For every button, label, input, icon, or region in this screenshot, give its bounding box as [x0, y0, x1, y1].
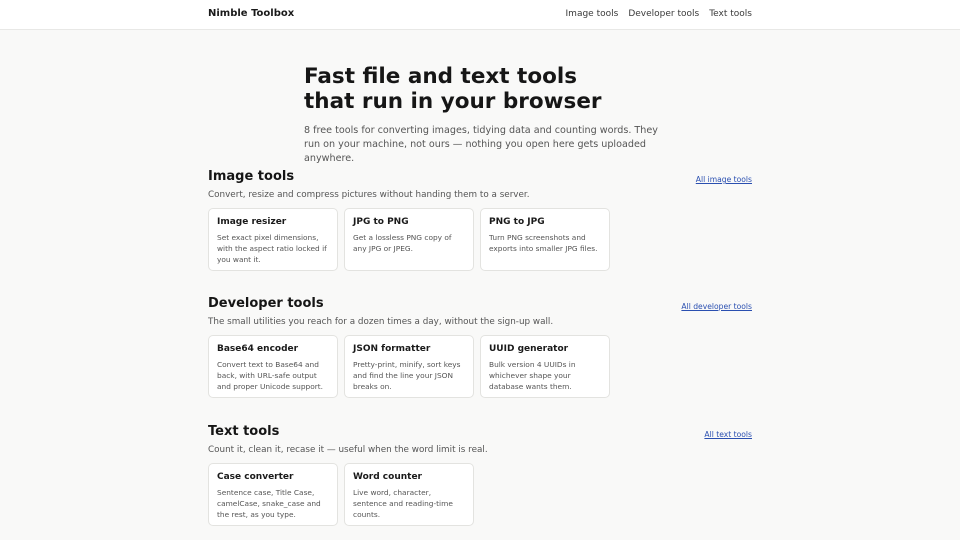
- nav-link-image-tools[interactable]: Image tools: [566, 9, 619, 19]
- card-title: Word counter: [353, 472, 422, 482]
- section-image-tools: Image tools Convert, resize and compress…: [208, 169, 752, 271]
- nav-link-text-tools[interactable]: Text tools: [709, 9, 752, 19]
- section-title: Developer tools: [208, 296, 324, 311]
- card-title: UUID generator: [489, 344, 569, 354]
- section-text-tools: Text tools Count it, clean it, recase it…: [208, 424, 752, 526]
- card-description: Set exact pixel dimensions, with the asp…: [217, 233, 327, 264]
- card-grid: Case converter Sentence case, Title Case…: [208, 463, 474, 526]
- all-text-tools-link[interactable]: All text tools: [704, 430, 752, 439]
- card-grid: Base64 encoder Convert text to Base64 an…: [208, 335, 610, 398]
- top-navbar: Nimble Toolbox Image tools Developer too…: [0, 0, 960, 30]
- all-developer-tools-link[interactable]: All developer tools: [681, 302, 752, 311]
- tool-card-image-resizer[interactable]: Image resizer Set exact pixel dimensions…: [208, 208, 338, 271]
- section-title: Text tools: [208, 424, 280, 439]
- card-title: JPG to PNG: [353, 217, 409, 227]
- section-subtitle: Count it, clean it, recase it — useful w…: [208, 445, 488, 455]
- card-description: Bulk version 4 UUIDs in whichever shape …: [489, 360, 576, 391]
- section-subtitle: Convert, resize and compress pictures wi…: [208, 190, 530, 200]
- card-description: Live word, character, sentence and readi…: [353, 488, 453, 519]
- tool-card-jpg-to-png[interactable]: JPG to PNG Get a lossless PNG copy of an…: [344, 208, 474, 271]
- tool-card-uuid-generator[interactable]: UUID generator Bulk version 4 UUIDs in w…: [480, 335, 610, 398]
- card-title: Base64 encoder: [217, 344, 299, 354]
- card-grid: Image resizer Set exact pixel dimensions…: [208, 208, 610, 271]
- hero-title-line-1: Fast file and text tools: [304, 64, 578, 89]
- hero-subtitle: 8 free tools for converting images, tidy…: [304, 125, 658, 164]
- card-description: Sentence case, Title Case, camelCase, sn…: [217, 488, 321, 519]
- card-description: Convert text to Base64 and back, with UR…: [217, 360, 324, 391]
- hero-title-line-2: that run in your browser: [304, 89, 602, 114]
- tool-card-word-counter[interactable]: Word counter Live word, character, sente…: [344, 463, 474, 526]
- tool-card-json-formatter[interactable]: JSON formatter Pretty-print, minify, sor…: [344, 335, 474, 398]
- card-title: PNG to JPG: [489, 217, 545, 227]
- hero: Fast file and text tools that run in you…: [304, 64, 664, 166]
- hero-title: Fast file and text tools that run in you…: [304, 64, 664, 114]
- section-title: Image tools: [208, 169, 295, 184]
- brand-logo-link[interactable]: Nimble Toolbox: [208, 8, 294, 19]
- card-title: Case converter: [217, 472, 294, 482]
- section-developer-tools: Developer tools The small utilities you …: [208, 296, 752, 398]
- card-title: Image resizer: [217, 217, 287, 227]
- all-image-tools-link[interactable]: All image tools: [696, 175, 752, 184]
- card-description: Get a lossless PNG copy of any JPG or JP…: [353, 233, 452, 253]
- tool-card-base64-encoder[interactable]: Base64 encoder Convert text to Base64 an…: [208, 335, 338, 398]
- card-description: Pretty-print, minify, sort keys and find…: [353, 360, 461, 391]
- main-nav: Image tools Developer tools Text tools: [566, 9, 752, 19]
- card-description: Turn PNG screenshots and exports into sm…: [489, 233, 598, 253]
- nav-link-developer-tools[interactable]: Developer tools: [628, 9, 699, 19]
- tool-card-case-converter[interactable]: Case converter Sentence case, Title Case…: [208, 463, 338, 526]
- tool-card-png-to-jpg[interactable]: PNG to JPG Turn PNG screenshots and expo…: [480, 208, 610, 271]
- section-subtitle: The small utilities you reach for a doze…: [208, 317, 554, 327]
- card-title: JSON formatter: [353, 344, 431, 354]
